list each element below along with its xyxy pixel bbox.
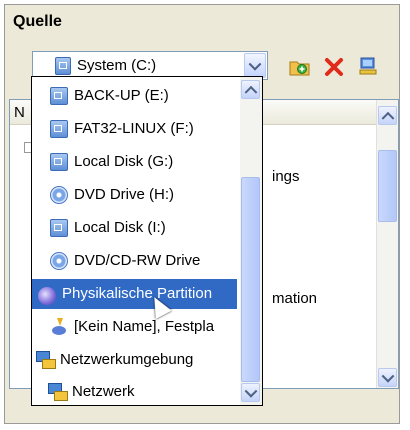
group-title: Quelle: [13, 13, 62, 30]
combo-selected-text: System (C:): [77, 57, 157, 74]
chevron-down-icon: [381, 369, 394, 383]
chevron-up-icon: [381, 111, 394, 125]
list-item: ings: [272, 168, 300, 185]
cd-icon: [50, 252, 68, 270]
delete-icon[interactable]: [323, 57, 345, 77]
scroll-thumb[interactable]: [241, 177, 260, 382]
list-item[interactable]: FAT32-LINUX (F:): [32, 114, 237, 144]
list-item[interactable]: DVD Drive (H:): [32, 180, 237, 210]
list-item[interactable]: Netzwerkumgebung: [32, 345, 237, 375]
disk-icon: [50, 120, 68, 138]
disk-icon: [50, 219, 68, 237]
list-header-label: N: [14, 104, 25, 121]
network-icon: [36, 351, 56, 369]
drive-dropdown-list[interactable]: BACK-UP (E:) FAT32-LINUX (F:) Local Disk…: [31, 76, 263, 406]
list-item[interactable]: BACK-UP (E:): [32, 81, 237, 111]
disk-icon: [50, 153, 68, 171]
chevron-down-icon: [244, 384, 257, 398]
list-item[interactable]: Netzwerk: [32, 377, 237, 407]
list-item[interactable]: Local Disk (I:): [32, 213, 237, 243]
chevron-down-icon: [248, 57, 262, 71]
scroll-up-button[interactable]: [378, 106, 397, 125]
partition-icon: [38, 287, 56, 305]
scroll-down-button[interactable]: [378, 368, 397, 387]
list-item[interactable]: Local Disk (G:): [32, 147, 237, 177]
list-scrollbar[interactable]: [376, 100, 398, 388]
list-item[interactable]: [Kein Name], Festpla: [32, 312, 237, 342]
scroll-down-button[interactable]: [241, 383, 260, 402]
list-item-selected[interactable]: Physikalische Partition: [32, 279, 237, 309]
list-item: mation: [272, 290, 318, 307]
noname-icon: [50, 318, 68, 336]
scroll-thumb[interactable]: [378, 150, 397, 222]
scroll-up-button[interactable]: [241, 80, 260, 99]
chevron-up-icon: [244, 85, 257, 99]
combo-dropdown-button[interactable]: [244, 53, 266, 78]
list-item[interactable]: DVD/CD-RW Drive: [32, 246, 237, 276]
cd-icon: [50, 186, 68, 204]
network-computer-icon[interactable]: [357, 57, 379, 77]
add-folder-icon[interactable]: [289, 57, 311, 77]
disk-icon: [55, 57, 71, 75]
network-icon: [48, 383, 68, 401]
dropdown-scrollbar[interactable]: [240, 77, 262, 405]
disk-icon: [50, 87, 68, 105]
